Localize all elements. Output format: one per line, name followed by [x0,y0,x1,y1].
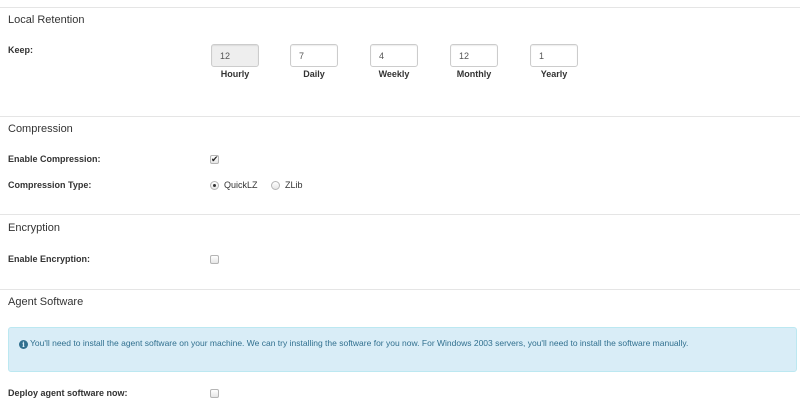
keep-yearly-caption: Yearly [540,69,568,79]
keep-hourly-caption: Hourly [220,69,250,79]
deploy-agent-label: Deploy agent software now: [8,388,128,398]
zlib-radio-label[interactable]: ZLib [285,180,303,190]
enable-encryption-label: Enable Encryption: [8,254,91,264]
section-title-encryption: Encryption [8,222,60,234]
keep-hourly-input[interactable] [211,44,259,67]
radio-selected-dot [213,184,216,187]
section-title-agent-software: Agent Software [8,296,84,308]
keep-daily-input[interactable] [290,44,338,67]
compression-type-label: Compression Type: [8,180,92,190]
quicklz-radio[interactable] [210,181,219,190]
section-divider [0,214,800,215]
keep-daily: Daily [290,44,338,79]
deploy-agent-checkbox[interactable] [210,389,219,398]
keep-monthly: Monthly [450,44,498,79]
zlib-radio[interactable] [271,181,280,190]
enable-compression-label: Enable Compression: [8,154,101,164]
keep-yearly: Yearly [530,44,578,79]
section-divider [0,116,800,117]
agent-install-info-text: You'll need to install the agent softwar… [30,338,689,348]
keep-weekly-input[interactable] [370,44,418,67]
keep-weekly: Weekly [370,44,418,79]
keep-label: Keep: [8,45,34,55]
keep-monthly-input[interactable] [450,44,498,67]
check-icon: ✔ [211,154,219,164]
section-divider [0,289,800,290]
keep-hourly: Hourly [211,44,259,79]
keep-yearly-input[interactable] [530,44,578,67]
enable-compression-checkbox[interactable]: ✔ [210,154,219,164]
keep-weekly-caption: Weekly [378,69,410,79]
info-circle-icon: i [19,340,28,349]
section-title-compression: Compression [8,123,73,135]
agent-install-info-alert: i You'll need to install the agent softwa… [8,327,797,372]
section-title-local-retention: Local Retention [8,14,85,26]
section-divider [0,7,800,8]
enable-encryption-checkbox[interactable] [210,255,219,264]
keep-monthly-caption: Monthly [456,69,492,79]
quicklz-radio-label[interactable]: QuickLZ [224,180,258,190]
keep-daily-caption: Daily [303,69,325,79]
